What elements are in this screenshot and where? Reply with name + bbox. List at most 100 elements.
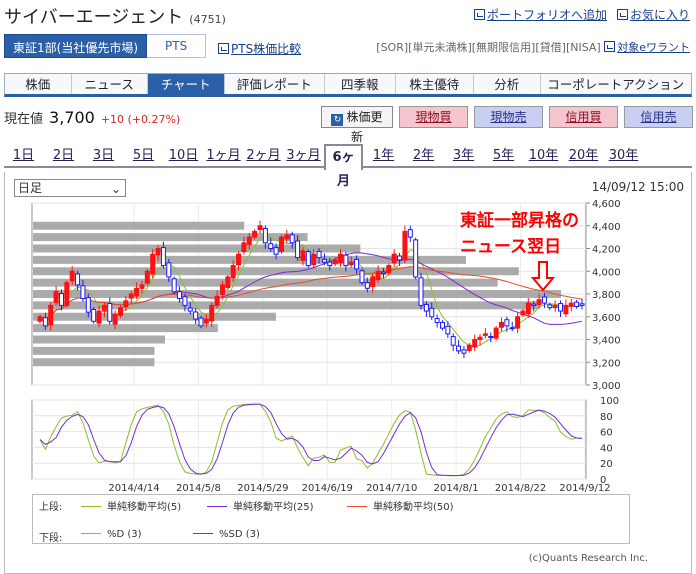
candle-body xyxy=(434,318,440,323)
candle-body xyxy=(96,310,102,324)
candle-body xyxy=(214,295,220,306)
candle-body xyxy=(311,253,317,266)
candle-body xyxy=(321,258,327,263)
candle-body xyxy=(64,282,70,306)
candle-body xyxy=(439,321,445,329)
candle-body xyxy=(123,300,129,308)
annotation-line2: ニュース翌日 xyxy=(460,237,561,257)
candle-body xyxy=(429,307,435,318)
candle-body xyxy=(547,304,553,309)
ma25-swatch xyxy=(207,506,227,507)
x-tick-label: 2014/9/12 xyxy=(559,483,610,494)
candle-body xyxy=(193,311,199,320)
candle-body xyxy=(37,316,43,322)
candle-body xyxy=(504,319,510,327)
candle-body xyxy=(262,227,268,244)
candle-body xyxy=(101,304,107,312)
legend-psd: %SD (3) xyxy=(193,529,260,540)
candle-body xyxy=(316,250,322,259)
candle-body xyxy=(69,270,75,282)
ma5-swatch xyxy=(81,506,101,507)
candle-body xyxy=(407,229,413,238)
candle-body xyxy=(300,250,306,261)
price-tick-label: 4,600 xyxy=(592,199,621,210)
volume-profile-bar xyxy=(33,335,165,344)
candle-body xyxy=(338,253,344,264)
candle-body xyxy=(568,302,574,307)
legend-lower-label: 下段: xyxy=(39,533,63,544)
price-tick-label: 3,800 xyxy=(592,290,621,301)
candle-body xyxy=(155,248,161,256)
candle-body xyxy=(134,287,140,297)
legend-ma50: 単純移動平均(50) xyxy=(347,498,454,513)
candle-body xyxy=(289,234,295,244)
price-chart: 4,600 4,400 4,200 4,000 3,800 3,600 3,400 3,200… xyxy=(31,199,621,494)
candle-body xyxy=(53,291,59,304)
candle-body xyxy=(257,225,263,231)
candle-body xyxy=(380,271,386,275)
legend-ma25: 単純移動平均(25) xyxy=(207,498,314,513)
price-tick-label: 4,400 xyxy=(592,222,621,233)
candle-body xyxy=(80,285,86,300)
candle-body xyxy=(117,307,123,316)
x-tick-label: 2014/5/29 xyxy=(237,483,288,494)
candle-body xyxy=(171,278,177,293)
x-tick-label: 2014/6/19 xyxy=(302,483,353,494)
candle-body xyxy=(574,301,580,308)
volume-profile-bar xyxy=(33,324,218,333)
candle-body xyxy=(219,284,225,295)
price-tick-label: 3,600 xyxy=(592,313,621,324)
osc-tick-label: 60 xyxy=(600,428,613,439)
candle-body xyxy=(332,259,338,265)
candle-body xyxy=(42,317,48,327)
x-tick-label: 2014/8/1 xyxy=(434,483,479,494)
candle-body xyxy=(75,273,81,286)
osc-tick-label: 80 xyxy=(600,412,613,423)
candle-body xyxy=(563,304,569,315)
candle-body xyxy=(128,293,134,299)
volume-profile-bar xyxy=(33,312,276,321)
candle-body xyxy=(144,270,150,284)
candle-body xyxy=(112,313,118,325)
candle-body xyxy=(348,261,354,266)
pd-swatch xyxy=(81,533,101,534)
osc-tick-label: 100 xyxy=(600,396,619,407)
candle-body xyxy=(91,308,97,322)
candle-body xyxy=(364,282,370,289)
psd-swatch xyxy=(193,533,213,534)
ma50-swatch xyxy=(347,506,367,507)
candle-body xyxy=(209,304,215,322)
candle-body xyxy=(203,318,209,324)
candle-body xyxy=(488,336,494,339)
candle-body xyxy=(354,258,360,270)
candle-body xyxy=(198,317,204,327)
price-tick-label: 3,000 xyxy=(592,381,621,392)
candle-body xyxy=(246,236,252,246)
candle-body xyxy=(343,254,349,267)
candle-body xyxy=(423,303,429,312)
candle-body xyxy=(187,307,193,312)
candle-body xyxy=(391,253,397,264)
candle-body xyxy=(558,303,564,312)
candle-body xyxy=(139,284,145,289)
candle-body xyxy=(552,304,558,309)
candle-body xyxy=(461,349,467,354)
candle-body xyxy=(472,339,478,348)
candle-body xyxy=(150,253,156,275)
candle-body xyxy=(85,297,91,313)
candle-body xyxy=(295,240,301,259)
candle-body xyxy=(107,303,113,322)
legend-upper-label: 上段: xyxy=(39,502,63,513)
candle-body xyxy=(482,333,488,336)
candle-body xyxy=(536,299,542,305)
osc-tick-label: 40 xyxy=(600,443,613,454)
candle-body xyxy=(278,236,284,252)
volume-profile-bar xyxy=(33,278,498,287)
chart-credit: (c)Quants Research Inc. xyxy=(528,553,648,564)
candle-body xyxy=(397,255,403,261)
candle-body xyxy=(252,230,258,238)
candle-body xyxy=(445,325,451,335)
volume-profile-bar xyxy=(33,358,155,367)
osc-panel-border xyxy=(31,399,587,480)
candle-body xyxy=(520,310,526,316)
